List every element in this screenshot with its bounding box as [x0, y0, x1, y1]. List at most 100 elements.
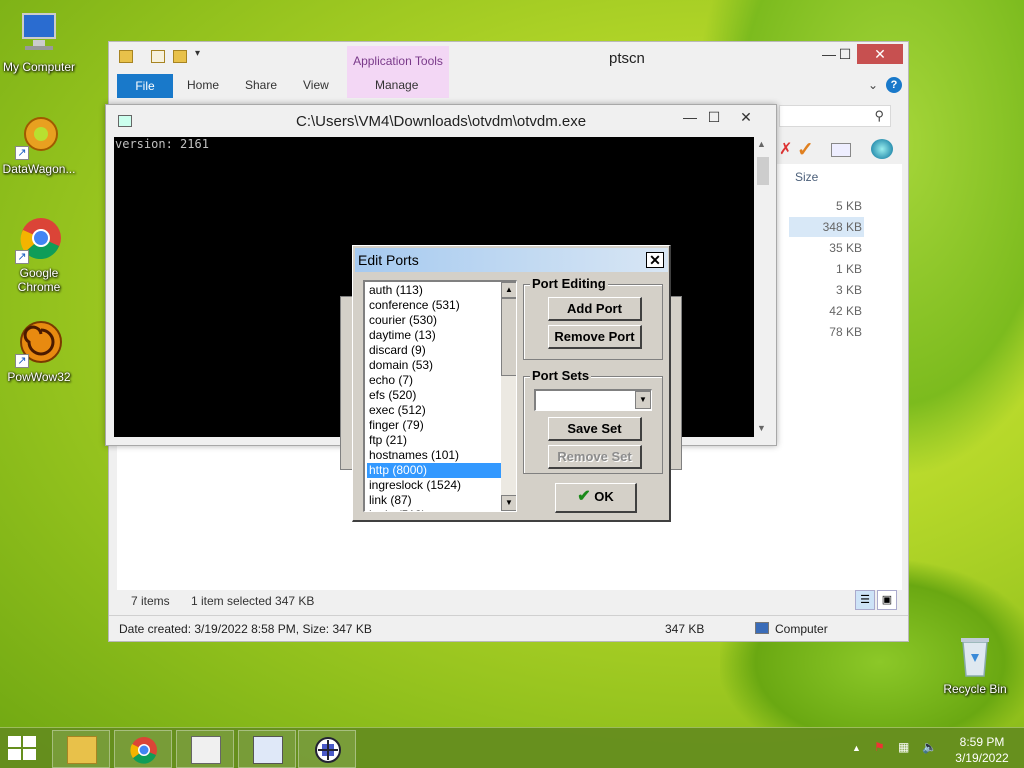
- scroll-up-icon[interactable]: ▲: [501, 282, 516, 298]
- desktop-icon-powwow32[interactable]: ↗ PowWow32: [0, 320, 78, 384]
- port-list-item[interactable]: login (513): [367, 508, 501, 511]
- file-size-cell[interactable]: 348 KB: [789, 217, 864, 237]
- windows-logo-icon: [8, 736, 21, 747]
- rename-icon[interactable]: [831, 143, 851, 157]
- dialog-close-button[interactable]: ✕: [646, 252, 664, 268]
- file-size-cell[interactable]: 78 KB: [789, 322, 864, 342]
- tab-view[interactable]: View: [303, 78, 329, 92]
- quick-access-dropdown-icon[interactable]: ▾: [195, 48, 200, 59]
- datawagon-icon: ↗: [15, 112, 63, 160]
- desktop-icon-label: PowWow32: [7, 370, 71, 384]
- details-view-icon[interactable]: ☰: [855, 590, 875, 610]
- ok-button[interactable]: ✔ OK: [555, 483, 637, 513]
- scroll-thumb[interactable]: [501, 298, 516, 376]
- shell-icon[interactable]: [871, 139, 893, 159]
- ports-scrollbar[interactable]: ▲ ▼: [501, 282, 516, 511]
- column-header-size[interactable]: Size: [795, 170, 875, 192]
- ports-listbox[interactable]: auth (113) conference (531) courier (530) d…: [363, 280, 517, 512]
- port-list-item[interactable]: http (8000): [367, 463, 501, 478]
- add-port-button[interactable]: Add Port: [548, 297, 642, 321]
- port-list-item[interactable]: daytime (13): [367, 328, 501, 343]
- dialog-title: Edit Ports: [358, 252, 419, 268]
- edit-ports-dialog[interactable]: Edit Ports ✕ auth (113) conference (531) c…: [352, 245, 671, 522]
- folder-icon[interactable]: [119, 50, 133, 63]
- large-icons-view-icon[interactable]: ▣: [877, 590, 897, 610]
- scroll-down-icon[interactable]: ▼: [501, 495, 516, 511]
- delete-icon[interactable]: ✗: [779, 139, 792, 159]
- port-list-item[interactable]: efs (520): [367, 388, 501, 403]
- add-port-label: Add Port: [567, 301, 622, 316]
- volume-muted-icon[interactable]: 🔈: [922, 740, 937, 754]
- chrome-icon: [129, 736, 159, 764]
- check-icon[interactable]: ✓: [797, 137, 814, 162]
- console-close-button[interactable]: ✕: [732, 107, 760, 127]
- taskbar-chrome[interactable]: [114, 730, 172, 768]
- dialog-titlebar[interactable]: Edit Ports ✕: [355, 248, 668, 272]
- port-list-item[interactable]: exec (512): [367, 403, 501, 418]
- port-list-item[interactable]: conference (531): [367, 298, 501, 313]
- scroll-down-icon[interactable]: ▼: [757, 423, 766, 433]
- port-set-select[interactable]: ▼: [534, 389, 652, 411]
- port-list-item[interactable]: courier (530): [367, 313, 501, 328]
- details-bar: Date created: 3/19/2022 8:58 PM, Size: 3…: [109, 615, 908, 641]
- remove-set-button[interactable]: Remove Set: [548, 445, 642, 469]
- ribbon-expand-icon[interactable]: ⌄: [868, 78, 878, 92]
- port-list-item[interactable]: discard (9): [367, 343, 501, 358]
- desktop-icon-label: Recycle Bin: [943, 682, 1007, 696]
- dropdown-arrow-icon[interactable]: ▼: [635, 391, 651, 409]
- tab-share[interactable]: Share: [245, 78, 277, 92]
- taskbar-file-explorer[interactable]: [52, 730, 110, 768]
- close-button[interactable]: ✕: [857, 44, 903, 64]
- clock[interactable]: 8:59 PM 3/19/2022: [942, 734, 1022, 766]
- file-size-cell[interactable]: 42 KB: [789, 301, 864, 321]
- port-sets-group: Port Sets ▼ Save Set Remove Set: [523, 368, 663, 474]
- file-size-cell[interactable]: 1 KB: [789, 259, 864, 279]
- console-scrollbar[interactable]: ▲ ▼: [754, 137, 772, 437]
- port-list-item[interactable]: ingreslock (1524): [367, 478, 501, 493]
- windows-logo-part: [23, 736, 36, 747]
- toolbar-icons: ✗ ✓: [779, 137, 904, 163]
- file-size-cell[interactable]: 35 KB: [789, 238, 864, 258]
- port-list-item[interactable]: hostnames (101): [367, 448, 501, 463]
- file-size-cell[interactable]: 5 KB: [789, 196, 864, 216]
- port-list-item[interactable]: domain (53): [367, 358, 501, 373]
- help-icon[interactable]: ?: [886, 77, 902, 93]
- remove-set-label: Remove Set: [557, 449, 632, 464]
- taskbar-phone-app[interactable]: [176, 730, 234, 768]
- network-icon[interactable]: ▦: [898, 740, 909, 754]
- new-folder-icon[interactable]: [173, 50, 187, 63]
- windows-logo-part: [8, 749, 21, 760]
- properties-icon[interactable]: [151, 50, 165, 63]
- scroll-thumb[interactable]: [757, 157, 769, 185]
- details-location: Computer: [775, 622, 828, 636]
- tab-file[interactable]: File: [117, 74, 173, 98]
- tab-manage[interactable]: Manage: [375, 78, 418, 92]
- desktop-icon-google-chrome[interactable]: ↗ Google Chrome: [0, 216, 78, 294]
- search-input[interactable]: ⚲: [779, 105, 891, 127]
- show-hidden-icons[interactable]: ▲: [852, 743, 861, 753]
- maximize-button[interactable]: ☐: [831, 44, 859, 64]
- shortcut-arrow-icon: ↗: [15, 250, 29, 264]
- scroll-up-icon[interactable]: ▲: [757, 139, 766, 149]
- explorer-titlebar[interactable]: ▾ Application Tools ptscn — ☐ ✕: [109, 42, 908, 98]
- taskbar-ptscn[interactable]: [298, 730, 356, 768]
- port-list-item[interactable]: ftp (21): [367, 433, 501, 448]
- port-list-item[interactable]: link (87): [367, 493, 501, 508]
- window-title: ptscn: [609, 50, 645, 67]
- desktop-icon-recycle-bin[interactable]: Recycle Bin: [936, 632, 1014, 696]
- port-list-item[interactable]: echo (7): [367, 373, 501, 388]
- action-center-icon[interactable]: ⚑: [874, 740, 885, 754]
- remove-port-button[interactable]: Remove Port: [548, 325, 642, 349]
- details-info: Date created: 3/19/2022 8:58 PM, Size: 3…: [119, 622, 372, 636]
- desktop-icon-datawagon[interactable]: ↗ DataWagon...: [0, 112, 78, 176]
- taskbar-console[interactable]: [238, 730, 296, 768]
- start-button[interactable]: [8, 736, 38, 762]
- tab-home[interactable]: Home: [187, 78, 219, 92]
- file-size-cell[interactable]: 3 KB: [789, 280, 864, 300]
- console-maximize-button[interactable]: ☐: [700, 107, 728, 127]
- port-list-item[interactable]: auth (113): [367, 283, 501, 298]
- save-set-button[interactable]: Save Set: [548, 417, 642, 441]
- port-list-item[interactable]: finger (79): [367, 418, 501, 433]
- desktop-icon-my-computer[interactable]: My Computer: [0, 10, 78, 74]
- file-explorer-icon: [67, 736, 97, 764]
